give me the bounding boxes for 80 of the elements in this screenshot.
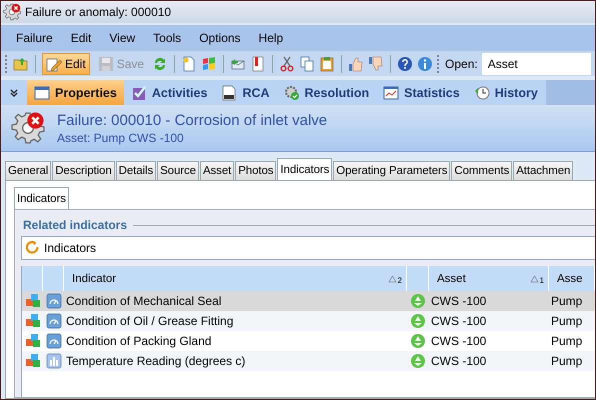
table-cell-text: Temperature Reading (degrees c)	[65, 353, 246, 370]
thumbs-down-icon[interactable]	[368, 56, 384, 72]
table-row[interactable]: Condition of Packing Gland CWS -100 Pump	[22, 331, 595, 351]
cut-icon[interactable]	[279, 56, 296, 72]
tab[interactable]: Comments	[451, 161, 512, 180]
table-cell-text: Condition of Mechanical Seal	[65, 293, 222, 310]
tab[interactable]: Photos	[235, 161, 276, 180]
expand-icon[interactable]	[9, 88, 19, 98]
nav-tab[interactable]: Statistics	[376, 80, 467, 105]
pencil-icon	[46, 56, 62, 72]
table-cell-text: Pump	[550, 313, 584, 330]
new-document-icon[interactable]	[181, 56, 198, 72]
sort-icon	[530, 274, 539, 282]
bar-label: Indicators	[44, 241, 96, 255]
nav-tab[interactable]: Activities	[124, 80, 214, 105]
windows-flag-icon[interactable]	[201, 56, 218, 72]
nav-tab[interactable]: RCA	[214, 80, 277, 105]
menu-item[interactable]: Failure	[7, 29, 62, 47]
tab[interactable]: Indicators	[277, 158, 332, 180]
section-title: Related indicators	[23, 218, 128, 232]
nav-tab[interactable]: History	[466, 80, 545, 105]
help-icon[interactable]	[397, 56, 414, 72]
copy-icon[interactable]	[299, 56, 316, 72]
table-row[interactable]: Temperature Reading (degrees c) CWS -100 Pump	[22, 351, 595, 371]
table-cell-text: CWS -100	[430, 333, 488, 350]
cubes-icon	[24, 293, 40, 309]
gauge-icon	[46, 313, 62, 329]
book-icon[interactable]	[250, 56, 266, 72]
document-icon	[221, 84, 238, 100]
table-cell-text: CWS -100	[430, 313, 488, 330]
table-cell-text: Pump	[550, 293, 584, 310]
failure-icon	[11, 111, 45, 145]
menu-item[interactable]: Help	[250, 29, 292, 47]
gauge-icon	[46, 333, 62, 349]
app-icon	[3, 3, 21, 21]
window-icon	[34, 84, 50, 100]
bar-chart-icon	[46, 353, 62, 369]
failure-title: Failure: 000010 - Corrosion of inlet valve	[57, 112, 328, 128]
table-row[interactable]: Condition of Oil / Grease Fitting CWS -100 Pump	[22, 311, 595, 331]
checkbox-icon	[130, 84, 147, 100]
nav-tab[interactable]: Properties	[27, 80, 124, 105]
table-cell-text: Pump	[550, 333, 584, 350]
table-row[interactable]: Condition of Mechanical Seal CWS -100 Pump	[22, 291, 595, 311]
folder-up-icon	[13, 56, 29, 72]
indicators-bar[interactable]: Indicators	[21, 236, 595, 260]
menu-item[interactable]: Edit	[62, 29, 100, 47]
cubes-icon	[24, 333, 40, 349]
open-label: Open:	[445, 56, 478, 70]
menu-item[interactable]: Options	[190, 29, 250, 47]
table-cell-text: Condition of Packing Gland	[65, 333, 212, 350]
edit-button[interactable]: Edit	[42, 52, 90, 74]
table-cell-text: CWS -100	[430, 353, 488, 370]
thumbs-up-icon[interactable]	[348, 56, 364, 72]
refresh-icon	[26, 241, 40, 255]
sort-icon	[388, 274, 397, 282]
tab[interactable]: Attachmen	[513, 161, 574, 180]
table-cell-text: Pump	[550, 353, 584, 370]
chart-window-icon	[383, 84, 400, 100]
menu-item[interactable]: View	[100, 29, 144, 47]
asset-subtitle: Asset: Pump CWS -100	[57, 130, 185, 144]
tab[interactable]: Operating Parameters	[333, 161, 450, 180]
paste-icon[interactable]	[319, 56, 336, 72]
menu-item[interactable]: Tools	[144, 29, 190, 47]
info-icon[interactable]	[417, 56, 434, 72]
tab[interactable]: Details	[116, 161, 156, 180]
table-cell-text: Condition of Oil / Grease Fitting	[65, 313, 234, 330]
window-title: Failure or anomaly: 000010	[25, 5, 172, 19]
tab[interactable]: Asset	[200, 161, 234, 180]
tab[interactable]: Source	[157, 161, 199, 180]
cubes-icon	[24, 353, 40, 369]
open-field[interactable]: Asset	[482, 52, 591, 74]
tab[interactable]: General	[5, 161, 52, 180]
clock-icon	[474, 84, 490, 100]
tab[interactable]: Description	[52, 161, 115, 180]
gear-icon	[284, 84, 300, 100]
tab[interactable]: Indicators	[14, 187, 69, 209]
cubes-icon	[24, 313, 40, 329]
gauge-icon	[46, 293, 62, 309]
nav-tab[interactable]: Resolution	[276, 80, 376, 105]
table-cell-text: CWS -100	[430, 293, 488, 310]
